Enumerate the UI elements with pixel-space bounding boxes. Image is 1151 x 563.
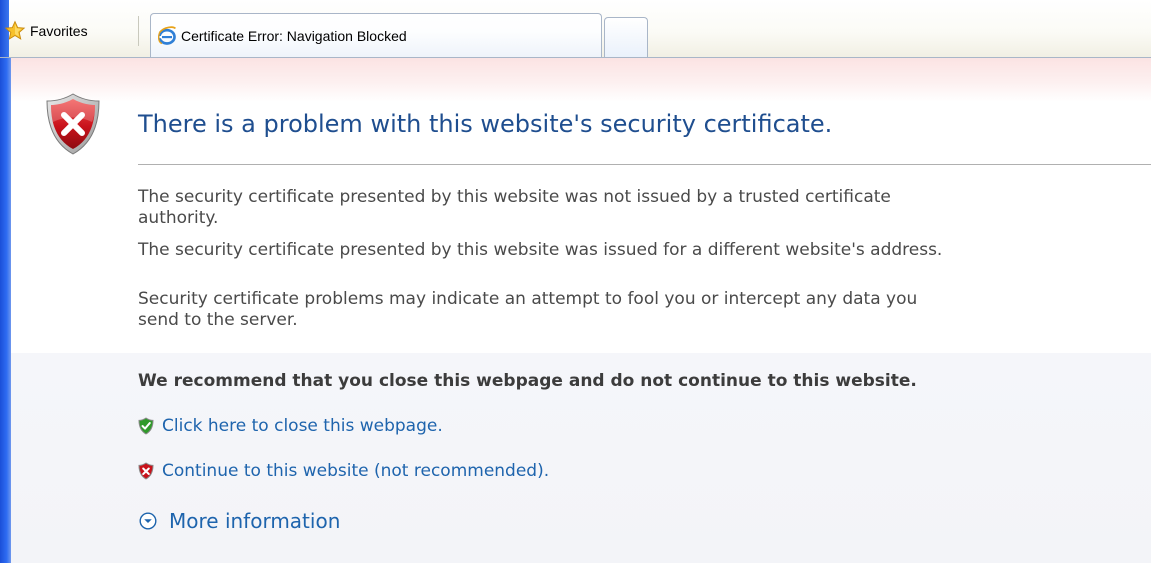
green-check-shield-icon — [138, 417, 154, 435]
favorites-button[interactable]: Favorites — [4, 18, 88, 44]
more-information-label: More information — [169, 509, 341, 533]
tab-bar: Favorites Certificate Error: Navigation … — [0, 0, 1151, 58]
tab-certificate-error[interactable]: Certificate Error: Navigation Blocked — [150, 13, 602, 58]
close-webpage-label: Click here to close this webpage. — [162, 416, 443, 436]
new-tab-button[interactable] — [604, 17, 648, 57]
toolbar-separator — [138, 16, 139, 46]
error-shield-icon — [46, 93, 100, 155]
recommendation-text: We recommend that you close this webpage… — [138, 371, 917, 391]
red-x-shield-icon — [138, 462, 154, 480]
chevron-down-circle-icon — [139, 512, 157, 530]
warning-text: send to the server. — [138, 310, 298, 330]
continue-website-label: Continue to this website (not recommende… — [162, 461, 550, 481]
internet-explorer-icon — [158, 26, 177, 45]
explanation-text: authority. — [138, 208, 219, 228]
continue-website-link[interactable]: Continue to this website (not recommende… — [138, 461, 549, 481]
warning-text: Security certificate problems may indica… — [138, 289, 918, 309]
certificate-error-page: There is a problem with this website's s… — [11, 58, 1151, 563]
window-frame-edge — [0, 58, 11, 563]
browser-window: Favorites Certificate Error: Navigation … — [0, 0, 1151, 563]
tab-title: Certificate Error: Navigation Blocked — [181, 28, 407, 44]
explanation-text: The security certificate presented by th… — [138, 187, 891, 207]
star-icon — [4, 20, 26, 40]
explanation-text: The security certificate presented by th… — [138, 240, 943, 260]
favorites-label: Favorites — [30, 23, 88, 39]
page-title: There is a problem with this website's s… — [138, 110, 833, 138]
close-webpage-link[interactable]: Click here to close this webpage. — [138, 416, 443, 436]
error-header-band — [11, 58, 1151, 102]
more-information-toggle[interactable]: More information — [139, 509, 340, 533]
title-divider — [138, 164, 1151, 165]
